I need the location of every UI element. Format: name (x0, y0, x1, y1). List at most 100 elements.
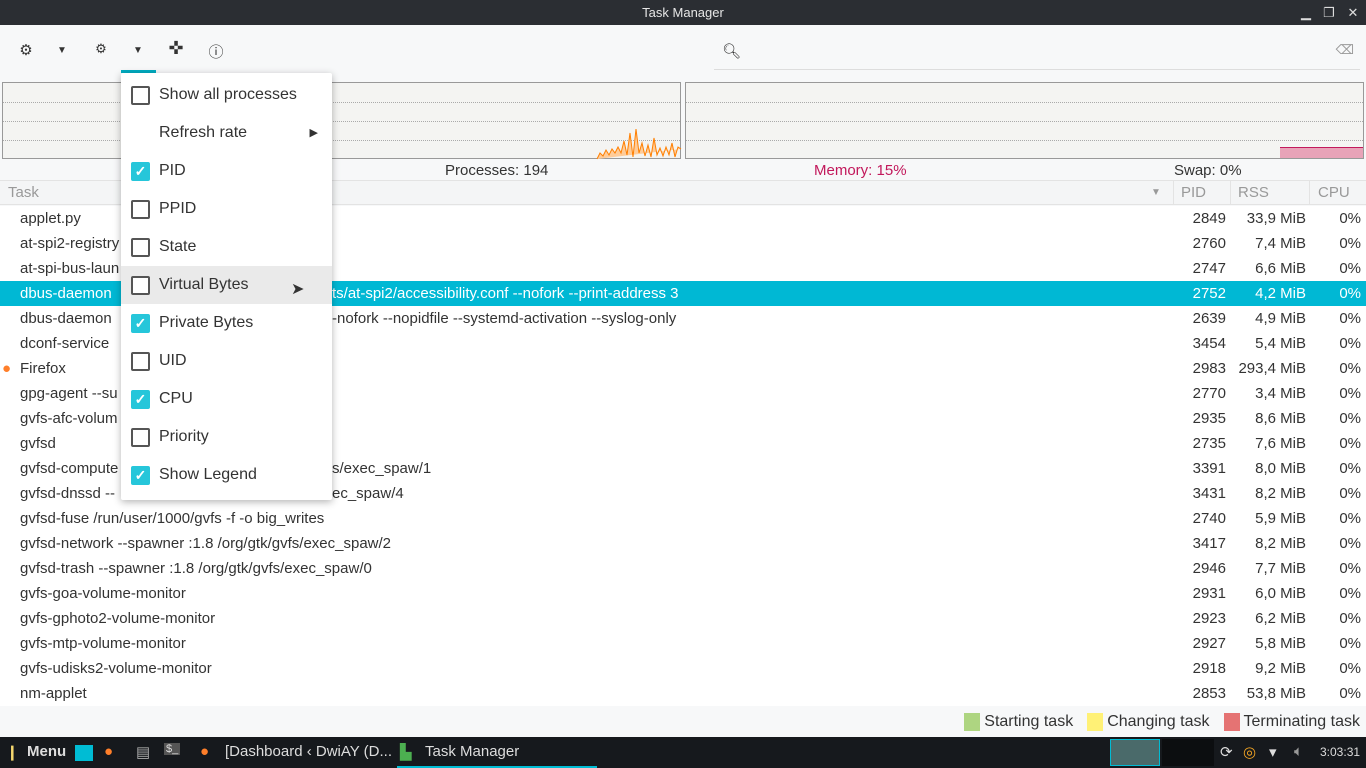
task-name: gvfsd-fuse /run/user/1000/gvfs -f -o big… (20, 510, 325, 527)
clock[interactable]: 3:03:31 (1320, 745, 1360, 759)
mouse-cursor-icon: ➤ (291, 281, 305, 298)
task-name: gvfs-udisks2-volume-monitor (20, 660, 212, 677)
checkbox[interactable] (131, 276, 150, 295)
rss-cell: 53,8 MiB (1246, 685, 1306, 702)
chevron-down-icon[interactable]: ▼ (50, 45, 74, 56)
menu-item[interactable]: UID (121, 342, 332, 380)
gear-icon[interactable]: ⚙ (14, 41, 38, 59)
checkbox[interactable] (131, 86, 150, 105)
sync-icon[interactable]: ◎ (1243, 743, 1256, 761)
minimize-button[interactable]: ▁ (1295, 0, 1317, 25)
firefox-launcher-icon[interactable]: ● (104, 743, 113, 760)
legend-label: Starting task (984, 713, 1074, 731)
pid-cell: 2770 (1192, 385, 1226, 402)
checkbox[interactable]: ✓ (131, 162, 150, 181)
clear-icon[interactable]: ⌫ (1336, 42, 1354, 58)
menu-item-label: State (159, 238, 197, 255)
cpu-cell: 0% (1339, 410, 1361, 427)
menu-item[interactable]: PPID (121, 190, 332, 228)
pid-cell: 2918 (1192, 660, 1226, 677)
rss-cell: 8,0 MiB (1255, 460, 1306, 477)
menu-item[interactable]: Priority (121, 418, 332, 456)
checkbox[interactable]: ✓ (131, 390, 150, 409)
update-icon[interactable]: ⟳ (1220, 743, 1233, 761)
column-pid[interactable]: PID (1181, 184, 1206, 201)
taskbar-window-firefox[interactable]: [Dashboard ‹ DwiAY (D... (225, 743, 392, 760)
crosshair-icon[interactable]: ✜ (164, 38, 188, 59)
close-button[interactable]: ✕ (1342, 0, 1364, 25)
task-name: Firefox (20, 360, 66, 377)
taskbar-window-taskmanager[interactable]: Task Manager (425, 743, 519, 760)
legend-label: Terminating task (1243, 713, 1361, 731)
menu-item[interactable]: State (121, 228, 332, 266)
pid-cell: 2853 (1192, 685, 1226, 702)
workspace-2[interactable] (1162, 739, 1214, 766)
table-row[interactable]: gvfs-udisks2-volume-monitor 2918 9,2 MiB 0% (0, 656, 1366, 681)
rss-cell: 8,2 MiB (1255, 485, 1306, 502)
rss-cell: 33,9 MiB (1246, 210, 1306, 227)
gears-icon[interactable]: ⚙ (89, 41, 113, 57)
archive-icon[interactable]: ▤ (136, 743, 150, 761)
menu-item[interactable]: ✓ CPU (121, 380, 332, 418)
checkbox[interactable] (131, 200, 150, 219)
checkbox[interactable]: ✓ (131, 314, 150, 333)
task-name-tail: s/exec_spaw/1 (332, 460, 432, 477)
pid-cell: 2849 (1192, 210, 1226, 227)
menu-item[interactable]: ✓ Show Legend (121, 456, 332, 494)
legend-item: Terminating task (1223, 712, 1361, 731)
checkbox[interactable] (131, 352, 150, 371)
menu-item[interactable]: ✓ Private Bytes (121, 304, 332, 342)
info-icon[interactable]: ⓘ (204, 41, 228, 62)
table-row[interactable]: gvfsd-network --spawner :1.8 /org/gtk/gv… (0, 531, 1366, 556)
menu-button[interactable]: Menu (27, 743, 66, 760)
checkbox[interactable] (131, 238, 150, 257)
taskmanager-window-icon: ▙ (400, 744, 412, 761)
task-name: gvfs-goa-volume-monitor (20, 585, 186, 602)
rss-cell: 7,4 MiB (1255, 235, 1306, 252)
wifi-icon[interactable]: ▾ (1269, 743, 1277, 761)
task-name: nm-applet (20, 685, 87, 702)
task-name: gvfs-afc-volum (20, 410, 118, 427)
pid-cell: 2935 (1192, 410, 1226, 427)
cpu-cell: 0% (1339, 560, 1361, 577)
pid-cell: 2946 (1192, 560, 1226, 577)
cpu-cell: 0% (1339, 335, 1361, 352)
cpu-cell: 0% (1339, 360, 1361, 377)
memory-usage: Memory: 15% (814, 162, 907, 179)
table-row[interactable]: gvfs-goa-volume-monitor 2931 6,0 MiB 0% (0, 581, 1366, 606)
legend-item: Changing task (1087, 712, 1210, 731)
chevron-down-icon[interactable]: ▼ (126, 45, 150, 56)
search-input[interactable]: 🔍︎ ⌫ (714, 36, 1360, 70)
table-row[interactable]: gvfs-mtp-volume-monitor 2927 5,8 MiB 0% (0, 631, 1366, 656)
volume-icon[interactable]: 🔈︎ (1294, 743, 1303, 760)
column-cpu[interactable]: CPU (1318, 184, 1350, 201)
menu-item[interactable]: ✓ PID (121, 152, 332, 190)
table-row[interactable]: gvfs-gphoto2-volume-monitor 2923 6,2 MiB 0% (0, 606, 1366, 631)
cpu-cell: 0% (1339, 460, 1361, 477)
cpu-cell: 0% (1339, 435, 1361, 452)
workspace-1[interactable] (1110, 739, 1160, 766)
task-name: gpg-agent --su (20, 385, 118, 402)
checkbox[interactable]: ✓ (131, 466, 150, 485)
cpu-cell: 0% (1339, 660, 1361, 677)
legend-label: Changing task (1107, 713, 1210, 731)
table-row[interactable]: nm-applet 2853 53,8 MiB 0% (0, 681, 1366, 706)
table-row[interactable]: gvfsd-trash --spawner :1.8 /org/gtk/gvfs… (0, 556, 1366, 581)
memory-fill (1280, 147, 1363, 158)
menu-item[interactable]: Refresh rate ▶ (121, 114, 332, 152)
cpu-graph (2, 82, 682, 160)
legend-swatch (964, 712, 981, 731)
sort-icon[interactable]: ▼ (1151, 187, 1161, 198)
files-icon[interactable] (75, 745, 93, 761)
task-name: gvfsd (20, 435, 56, 452)
table-row[interactable]: gvfsd-fuse /run/user/1000/gvfs -f -o big… (0, 506, 1366, 531)
rss-cell: 7,6 MiB (1255, 435, 1306, 452)
column-rss[interactable]: RSS (1238, 184, 1269, 201)
checkbox[interactable] (131, 428, 150, 447)
maximize-button[interactable]: ❐ (1318, 0, 1340, 25)
terminal-icon[interactable]: $_ (164, 743, 181, 755)
task-name: gvfsd-compute (20, 460, 119, 477)
cpu-cell: 0% (1339, 285, 1361, 302)
column-task[interactable]: Task (8, 184, 39, 201)
menu-item[interactable]: Show all processes (121, 76, 332, 114)
